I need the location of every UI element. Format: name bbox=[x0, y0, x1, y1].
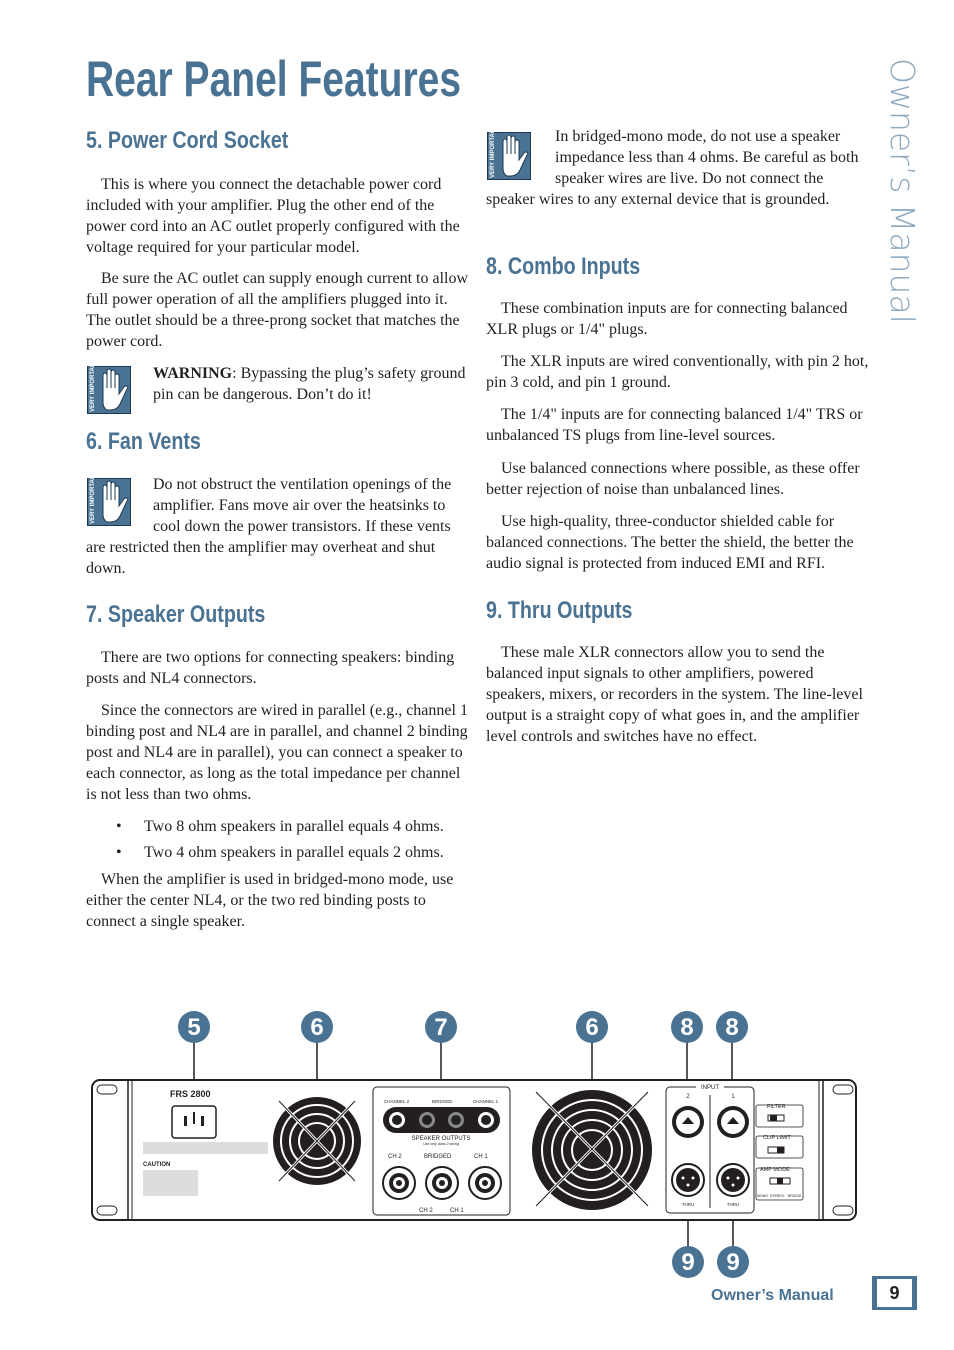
speaker-outputs-sub: Use only class 2 wiring bbox=[423, 1142, 459, 1146]
fan-vent-right bbox=[532, 1090, 652, 1210]
warning-label: WARNING bbox=[153, 365, 233, 382]
svg-text:VERY IMPORTANT: VERY IMPORTANT bbox=[90, 366, 96, 412]
side-label-text: Owner’s Manual bbox=[883, 58, 922, 324]
bullet-text: Two 4 ohm speakers in parallel equals 2 … bbox=[144, 844, 444, 861]
page-title: Rear Panel Features bbox=[86, 51, 462, 107]
heading-combo-inputs: 8. Combo Inputs bbox=[486, 253, 641, 280]
binding-posts bbox=[383, 1107, 500, 1133]
filter-label: FILTER bbox=[767, 1104, 786, 1110]
page-number: 9 bbox=[877, 1279, 912, 1307]
input-label: INPUT bbox=[701, 1085, 719, 1091]
callout-number: 8 bbox=[725, 1014, 738, 1041]
bullet-text: Two 8 ohm speakers in parallel equals 4 … bbox=[144, 818, 444, 835]
callout-number: 9 bbox=[681, 1249, 694, 1276]
paragraph: These combination inputs are for connect… bbox=[486, 300, 848, 338]
callout-number: 9 bbox=[726, 1249, 739, 1276]
nl4-bridged-label: BRIDGED bbox=[424, 1154, 452, 1160]
paragraph: When the amplifier is used in bridged-mo… bbox=[86, 871, 454, 930]
bridged-ch2-label: CH 2 bbox=[419, 1208, 433, 1214]
bridge-label: BRIDGE bbox=[788, 1194, 802, 1198]
bullet-item: • Two 4 ohm speakers in parallel equals 2… bbox=[116, 844, 444, 861]
stereo-label: STEREO bbox=[770, 1194, 785, 1198]
rear-panel-diagram: 5 6 7 6 8 8 9 9 FRS 2800 CAUTION CHANNEL 2 BRID… bbox=[91, 1011, 857, 1278]
model-label: FRS 2800 bbox=[170, 1089, 211, 1099]
very-important-icon: VERY IMPORTANT bbox=[87, 366, 131, 414]
callout-number: 8 bbox=[680, 1014, 693, 1041]
callout-number: 6 bbox=[585, 1014, 598, 1041]
heading-power-cord-socket: 5. Power Cord Socket bbox=[86, 127, 289, 154]
bridged-note: In bridged-mono mode, do not use a speak… bbox=[486, 126, 862, 210]
heading-thru-outputs: 9. Thru Outputs bbox=[486, 597, 633, 624]
paragraph: There are two options for connecting spe… bbox=[86, 649, 455, 687]
bullet-item: • Two 8 ohm speakers in parallel equals 4… bbox=[116, 818, 444, 835]
mono-label: MONO bbox=[757, 1194, 768, 1198]
nl4-ch1-label: CH 1 bbox=[474, 1154, 488, 1160]
paragraph: Be sure the AC outlet can supply enough … bbox=[86, 270, 469, 350]
channel2-label: CHANNEL 2 bbox=[384, 1099, 410, 1104]
page-number-box: 9 bbox=[872, 1276, 917, 1310]
channel1-label: CHANNEL 1 bbox=[473, 1099, 499, 1104]
paragraph: Do not obstruct the ventilation openings… bbox=[86, 474, 470, 579]
nl4-ch2-label: CH 2 bbox=[388, 1154, 402, 1160]
caution-label: CAUTION bbox=[143, 1162, 170, 1168]
paragraph: The 1/4" inputs are for connecting balan… bbox=[486, 406, 863, 444]
nl4-connectors bbox=[382, 1166, 502, 1200]
heading-fan-vents: 6. Fan Vents bbox=[86, 428, 201, 455]
callout-number: 5 bbox=[187, 1014, 200, 1041]
side-label: Owner’s Manual bbox=[883, 58, 922, 324]
clip-limit-label: CLIP LIMIT bbox=[763, 1135, 791, 1141]
paragraph: The XLR inputs are wired conventionally,… bbox=[486, 353, 869, 391]
amp-mode-label: AMP MODE bbox=[760, 1167, 790, 1173]
bridged-ch1-label: CH 1 bbox=[450, 1208, 464, 1214]
bridged-label: BRIDGED bbox=[432, 1099, 453, 1104]
thru-2-label: THRU bbox=[682, 1202, 695, 1207]
callout-number: 7 bbox=[434, 1014, 447, 1041]
paragraph: This is where you connect the detachable… bbox=[86, 176, 460, 256]
fan-vent-left bbox=[273, 1097, 361, 1185]
paragraph: Since the connectors are wired in parall… bbox=[86, 702, 468, 803]
callout-number: 6 bbox=[310, 1014, 323, 1041]
warning-note: WARNING: Bypassing the plug’s safety gro… bbox=[153, 363, 471, 405]
paragraph: Use balanced connections where possible,… bbox=[486, 460, 860, 498]
paragraph: Use high-quality, three-conductor shield… bbox=[486, 513, 854, 572]
footer-label: Owner’s Manual bbox=[711, 1287, 834, 1304]
paragraph: These male XLR connectors allow you to s… bbox=[486, 644, 863, 745]
thru-1-label: THRU bbox=[727, 1202, 740, 1207]
heading-speaker-outputs: 7. Speaker Outputs bbox=[86, 601, 266, 628]
